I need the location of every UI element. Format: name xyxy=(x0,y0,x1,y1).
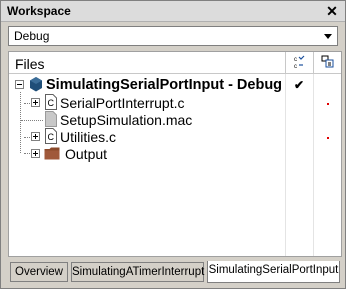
expand-toggle[interactable] xyxy=(31,149,40,158)
workspace-tabs: Overview SimulatingATimerInterrupt Simul… xyxy=(8,261,342,283)
build-status-icon: c c xyxy=(294,55,305,69)
configuration-value: Debug xyxy=(14,29,50,43)
tree-item[interactable]: C Utilities.c xyxy=(9,128,341,146)
tree-item[interactable]: Output xyxy=(9,145,341,163)
workspace-panel: Workspace ✕ Debug Files c c SimulatingSe… xyxy=(0,0,346,289)
c-file-icon: C xyxy=(45,94,57,110)
file-tree[interactable]: Files c c SimulatingSerialPortInput - De… xyxy=(8,51,342,257)
macro-file-icon xyxy=(45,111,57,127)
close-icon[interactable]: ✕ xyxy=(324,2,340,20)
file-label: SetupSimulation.mac xyxy=(60,112,193,128)
modified-marker xyxy=(327,103,329,105)
code-info-column[interactable] xyxy=(313,52,341,74)
expand-toggle[interactable] xyxy=(31,132,40,141)
tab-simulatingatimerinterrupt[interactable]: SimulatingATimerInterrupt xyxy=(71,262,204,282)
file-label: Utilities.c xyxy=(60,129,117,145)
folder-label: Output xyxy=(65,146,108,162)
files-column-label: Files xyxy=(15,56,45,72)
svg-text:c: c xyxy=(294,64,297,69)
svg-text:C: C xyxy=(48,132,55,142)
project-label: SimulatingSerialPortInput - Debug xyxy=(46,77,283,93)
configuration-select[interactable]: Debug xyxy=(8,26,338,46)
tab-overview[interactable]: Overview xyxy=(10,262,68,282)
tree-item[interactable]: C SerialPortInterrupt.c xyxy=(9,94,341,112)
workspace-titlebar[interactable]: Workspace ✕ xyxy=(1,1,345,22)
svg-text:c: c xyxy=(294,57,297,63)
build-status-column[interactable]: c c xyxy=(285,52,313,74)
modified-marker xyxy=(327,137,329,139)
workspace-title: Workspace xyxy=(7,4,71,18)
code-info-icon xyxy=(321,55,334,68)
svg-text:C: C xyxy=(48,98,55,108)
tab-simulatingserialportinput[interactable]: SimulatingSerialPortInput xyxy=(207,261,340,283)
expand-toggle[interactable] xyxy=(31,98,40,107)
folder-icon xyxy=(44,147,60,160)
project-cube-icon xyxy=(30,77,42,92)
tree-root-project[interactable]: SimulatingSerialPortInput - Debug ✔ xyxy=(9,76,341,94)
file-label: SerialPortInterrupt.c xyxy=(60,95,185,111)
c-file-icon: C xyxy=(45,128,57,144)
collapse-toggle[interactable] xyxy=(15,80,24,89)
chevron-down-icon[interactable] xyxy=(319,27,337,45)
tree-header: Files c c xyxy=(9,52,341,74)
build-check-icon: ✔ xyxy=(294,78,305,92)
tree-item[interactable]: SetupSimulation.mac xyxy=(9,111,341,129)
